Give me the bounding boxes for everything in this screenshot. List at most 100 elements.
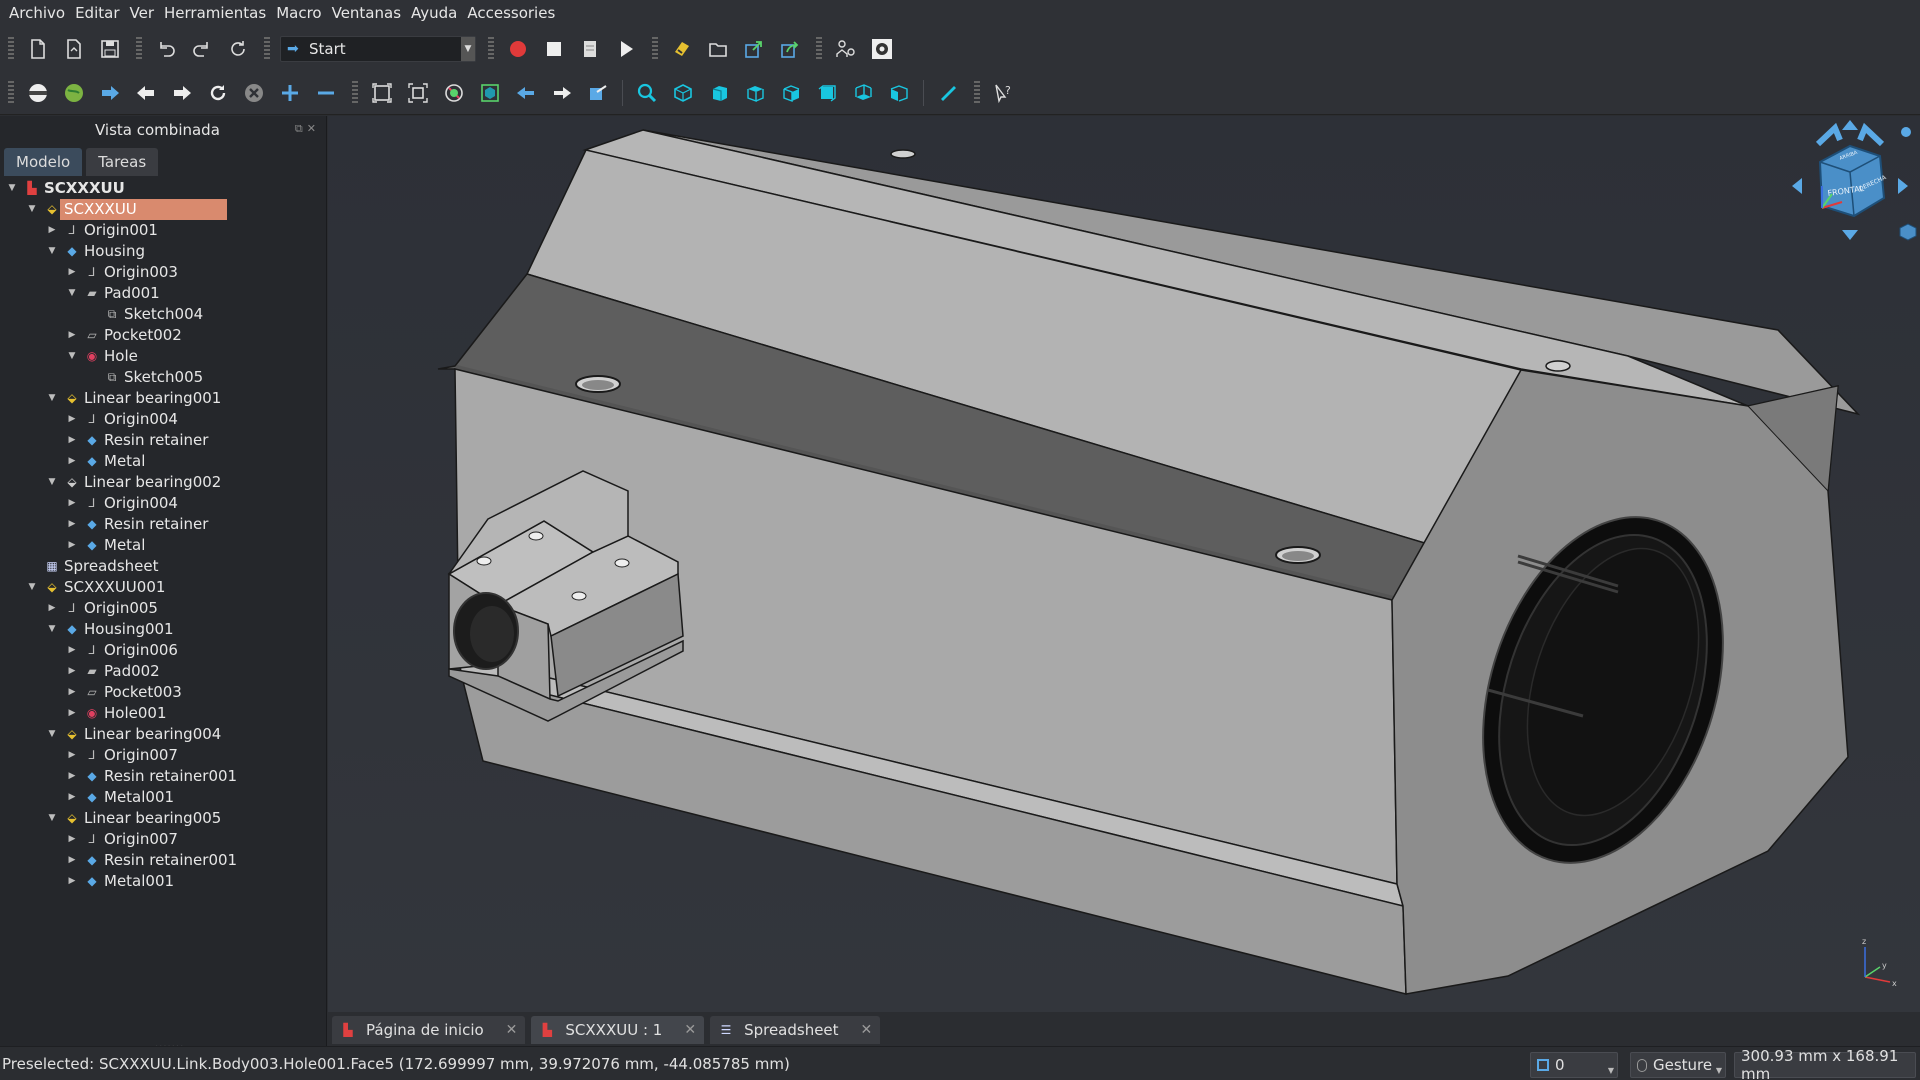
tree-item[interactable]: ▶ ◆ Resin retainer — [0, 514, 327, 535]
redo-icon[interactable] — [187, 34, 217, 64]
run-macro-icon[interactable] — [611, 34, 641, 64]
view-isometric-icon[interactable] — [668, 78, 698, 108]
tree-item[interactable]: ▶ ⅃ Origin007 — [0, 829, 327, 850]
expand-down-icon[interactable]: ▼ — [66, 283, 78, 304]
expand-right-icon[interactable]: ▶ — [66, 535, 78, 556]
menu-ayuda[interactable]: Ayuda — [406, 0, 462, 27]
web-globe-icon[interactable] — [59, 78, 89, 108]
expand-right-icon[interactable]: ▶ — [66, 409, 78, 430]
tree-item[interactable]: ▶ ◆ Metal — [0, 451, 327, 472]
view-rear-icon[interactable] — [812, 78, 842, 108]
expand-down-icon[interactable]: ▼ — [66, 346, 78, 367]
expand-right-icon[interactable]: ▶ — [66, 430, 78, 451]
folder-icon[interactable] — [703, 34, 733, 64]
make-link-icon[interactable] — [667, 34, 697, 64]
tree-item[interactable]: ▶ ◆ Resin retainer001 — [0, 766, 327, 787]
tab-tareas[interactable]: Tareas — [86, 148, 159, 176]
tab-pagina-de-inicio[interactable]: ▙ Página de inicio ✕ — [332, 1016, 526, 1044]
stop-macro-icon[interactable] — [539, 34, 569, 64]
view-top-icon[interactable] — [740, 78, 770, 108]
tree-item[interactable]: ▶ ⅃ Origin004 — [0, 409, 327, 430]
tab-modelo[interactable]: Modelo — [4, 148, 83, 176]
refresh-icon[interactable] — [223, 34, 253, 64]
close-icon[interactable]: ✕ — [684, 1022, 696, 1038]
expand-down-icon[interactable]: ▼ — [6, 178, 18, 199]
3d-viewport[interactable]: FRONTAL DERECHA ARRIBA z y x — [328, 116, 1920, 1012]
menu-ventanas[interactable]: Ventanas — [327, 0, 406, 27]
zoom-in-plus-icon[interactable] — [275, 78, 305, 108]
next-view-icon[interactable] — [547, 78, 577, 108]
navigation-style-selector[interactable]: Gesture ▼ — [1630, 1052, 1726, 1078]
reload-icon[interactable] — [203, 78, 233, 108]
tree-item[interactable]: ▼ ⬙ Linear bearing001 — [0, 388, 327, 409]
tree-item[interactable]: ▶ ⅃ Origin006 — [0, 640, 327, 661]
tab-scxxxuu[interactable]: ▙ SCXXXUU : 1 ✕ — [531, 1016, 705, 1044]
tree-item[interactable]: ▼ ⬙ Linear bearing004 — [0, 724, 327, 745]
tree-item[interactable]: ▶ ◆ Resin retainer — [0, 430, 327, 451]
draw-style-icon[interactable] — [439, 78, 469, 108]
macros-list-icon[interactable] — [575, 34, 605, 64]
view-front-icon[interactable] — [704, 78, 734, 108]
tree-item[interactable]: ▶ ⅃ Origin007 — [0, 745, 327, 766]
expand-right-icon[interactable]: ▶ — [66, 262, 78, 283]
tree-item[interactable]: ▼ ◆ Housing — [0, 241, 327, 262]
tree-item[interactable]: ▦ Spreadsheet — [0, 556, 327, 577]
expand-right-icon[interactable]: ▶ — [66, 766, 78, 787]
expand-down-icon[interactable]: ▼ — [46, 808, 58, 829]
back-arrow-icon[interactable] — [131, 78, 161, 108]
expand-down-icon[interactable]: ▼ — [46, 388, 58, 409]
expand-right-icon[interactable]: ▶ — [46, 220, 58, 241]
settings-gear-icon[interactable] — [867, 34, 897, 64]
navigation-cube[interactable]: FRONTAL DERECHA ARRIBA — [1780, 116, 1920, 256]
view-right-icon[interactable] — [776, 78, 806, 108]
close-icon[interactable]: ✕ — [506, 1022, 518, 1038]
fit-all-icon[interactable] — [367, 78, 397, 108]
expand-right-icon[interactable]: ▶ — [66, 493, 78, 514]
view-left-icon[interactable] — [884, 78, 914, 108]
toolbar-grip[interactable] — [816, 37, 822, 61]
whats-this-help-icon[interactable]: ? — [989, 78, 1019, 108]
expand-right-icon[interactable]: ▶ — [66, 514, 78, 535]
record-macro-icon[interactable] — [503, 34, 533, 64]
toolbar-grip[interactable] — [652, 37, 658, 61]
tab-spreadsheet[interactable]: ☰ Spreadsheet ✕ — [710, 1016, 881, 1044]
sync-view-icon[interactable] — [583, 78, 613, 108]
expand-right-icon[interactable]: ▶ — [66, 787, 78, 808]
selection-counter[interactable]: 0 ▼ — [1530, 1052, 1618, 1078]
expand-down-icon[interactable]: ▼ — [26, 199, 38, 220]
home-page-icon[interactable] — [23, 78, 53, 108]
previous-view-icon[interactable] — [511, 78, 541, 108]
stop-loading-icon[interactable] — [239, 78, 269, 108]
expand-right-icon[interactable]: ▶ — [66, 640, 78, 661]
expand-right-icon[interactable]: ▶ — [46, 598, 58, 619]
toolbar-grip[interactable] — [974, 80, 980, 105]
menu-accessories[interactable]: Accessories — [462, 0, 560, 27]
tree-item[interactable]: ▼ ⬙ SCXXXUU — [0, 199, 327, 220]
expand-down-icon[interactable]: ▼ — [46, 241, 58, 262]
toolbar-grip[interactable] — [488, 37, 494, 61]
menu-ver[interactable]: Ver — [125, 0, 160, 27]
tree-item[interactable]: ▼ ◉ Hole — [0, 346, 327, 367]
tree-item[interactable]: ⧉ Sketch005 — [0, 367, 327, 388]
tree-item[interactable]: ▶ ⅃ Origin003 — [0, 262, 327, 283]
menu-herramientas[interactable]: Herramientas — [159, 0, 271, 27]
tree-item[interactable]: ▶ ◆ Metal001 — [0, 787, 327, 808]
expand-right-icon[interactable]: ▶ — [66, 745, 78, 766]
tree-item[interactable]: ▼ ⬙ SCXXXUU001 — [0, 577, 327, 598]
zoom-out-minus-icon[interactable] — [311, 78, 341, 108]
tree-item[interactable]: ▶ ▰ Pad002 — [0, 661, 327, 682]
expand-right-icon[interactable]: ▶ — [66, 661, 78, 682]
tree-item[interactable]: ▶ ◆ Metal — [0, 535, 327, 556]
workbench-selector[interactable]: ➡ Start ▼ — [280, 36, 476, 62]
bounding-box-icon[interactable] — [475, 78, 505, 108]
undo-icon[interactable] — [151, 34, 181, 64]
panel-float-close-icons[interactable]: ⧉✕ — [295, 122, 320, 136]
tree-item[interactable]: ▶ ⅃ Origin001 — [0, 220, 327, 241]
tree-item[interactable]: ▶ ◉ Hole001 — [0, 703, 327, 724]
forward-arrow-icon[interactable] — [167, 78, 197, 108]
tree-item[interactable]: ▼ ▰ Pad001 — [0, 283, 327, 304]
expand-down-icon[interactable]: ▼ — [46, 724, 58, 745]
assembly-icon[interactable] — [831, 34, 861, 64]
goto-arrow-icon[interactable] — [95, 78, 125, 108]
tree-item[interactable]: ▼ ⬙ Linear bearing002 — [0, 472, 327, 493]
